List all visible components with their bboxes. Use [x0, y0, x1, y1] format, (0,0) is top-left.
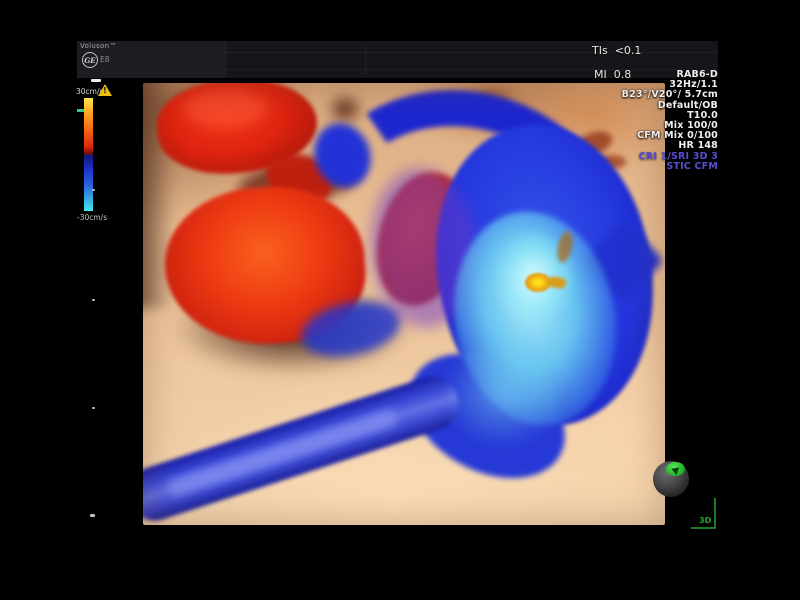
- colorbar-tick-icon: [77, 109, 84, 112]
- warning-triangle-icon: !: [98, 84, 112, 96]
- ultrasound-screen: Voluson™ GE E8 TIs<0.1 MI0.8 RAB6-D 32Hz…: [0, 0, 800, 600]
- header-divider: [365, 45, 366, 75]
- depth-marker: [90, 514, 95, 517]
- cyan-flow-lower: [443, 338, 563, 448]
- parameter-column: RAB6-D 32Hz/1.1 B23°/V20°/ 5.7cm Default…: [622, 70, 718, 172]
- orientation-ball[interactable]: [653, 461, 689, 497]
- orientation-ball-green-marker: [666, 462, 685, 476]
- tis-label: TIs: [592, 44, 608, 57]
- model-name: E8: [100, 55, 110, 64]
- render-box-label: 3D: [699, 516, 711, 525]
- mode-line: STIC CFM: [622, 162, 718, 172]
- render-box-corner-horizontal: [691, 527, 716, 529]
- header-divider: [222, 52, 718, 53]
- focus-marker: [91, 79, 101, 82]
- ultrasound-render[interactable]: [143, 83, 665, 525]
- depth-marker: [92, 407, 95, 409]
- red-flow-highlight: [183, 89, 268, 129]
- tis-readout: TIs <0.1: [592, 44, 641, 57]
- depth-marker: [92, 299, 95, 301]
- ge-logo-monogram: GE: [84, 56, 95, 65]
- tis-value: <0.1: [615, 44, 642, 57]
- depth-marker: [92, 189, 95, 191]
- velocity-scale-min-label: -30cm/s: [77, 213, 107, 222]
- ge-logo: GE: [82, 52, 98, 68]
- render-box-corner-vertical: [714, 498, 716, 529]
- mi-label: MI: [594, 68, 607, 81]
- product-name: Voluson™: [80, 42, 117, 50]
- warning-mark: !: [103, 86, 107, 95]
- velocity-colorbar: [84, 98, 93, 211]
